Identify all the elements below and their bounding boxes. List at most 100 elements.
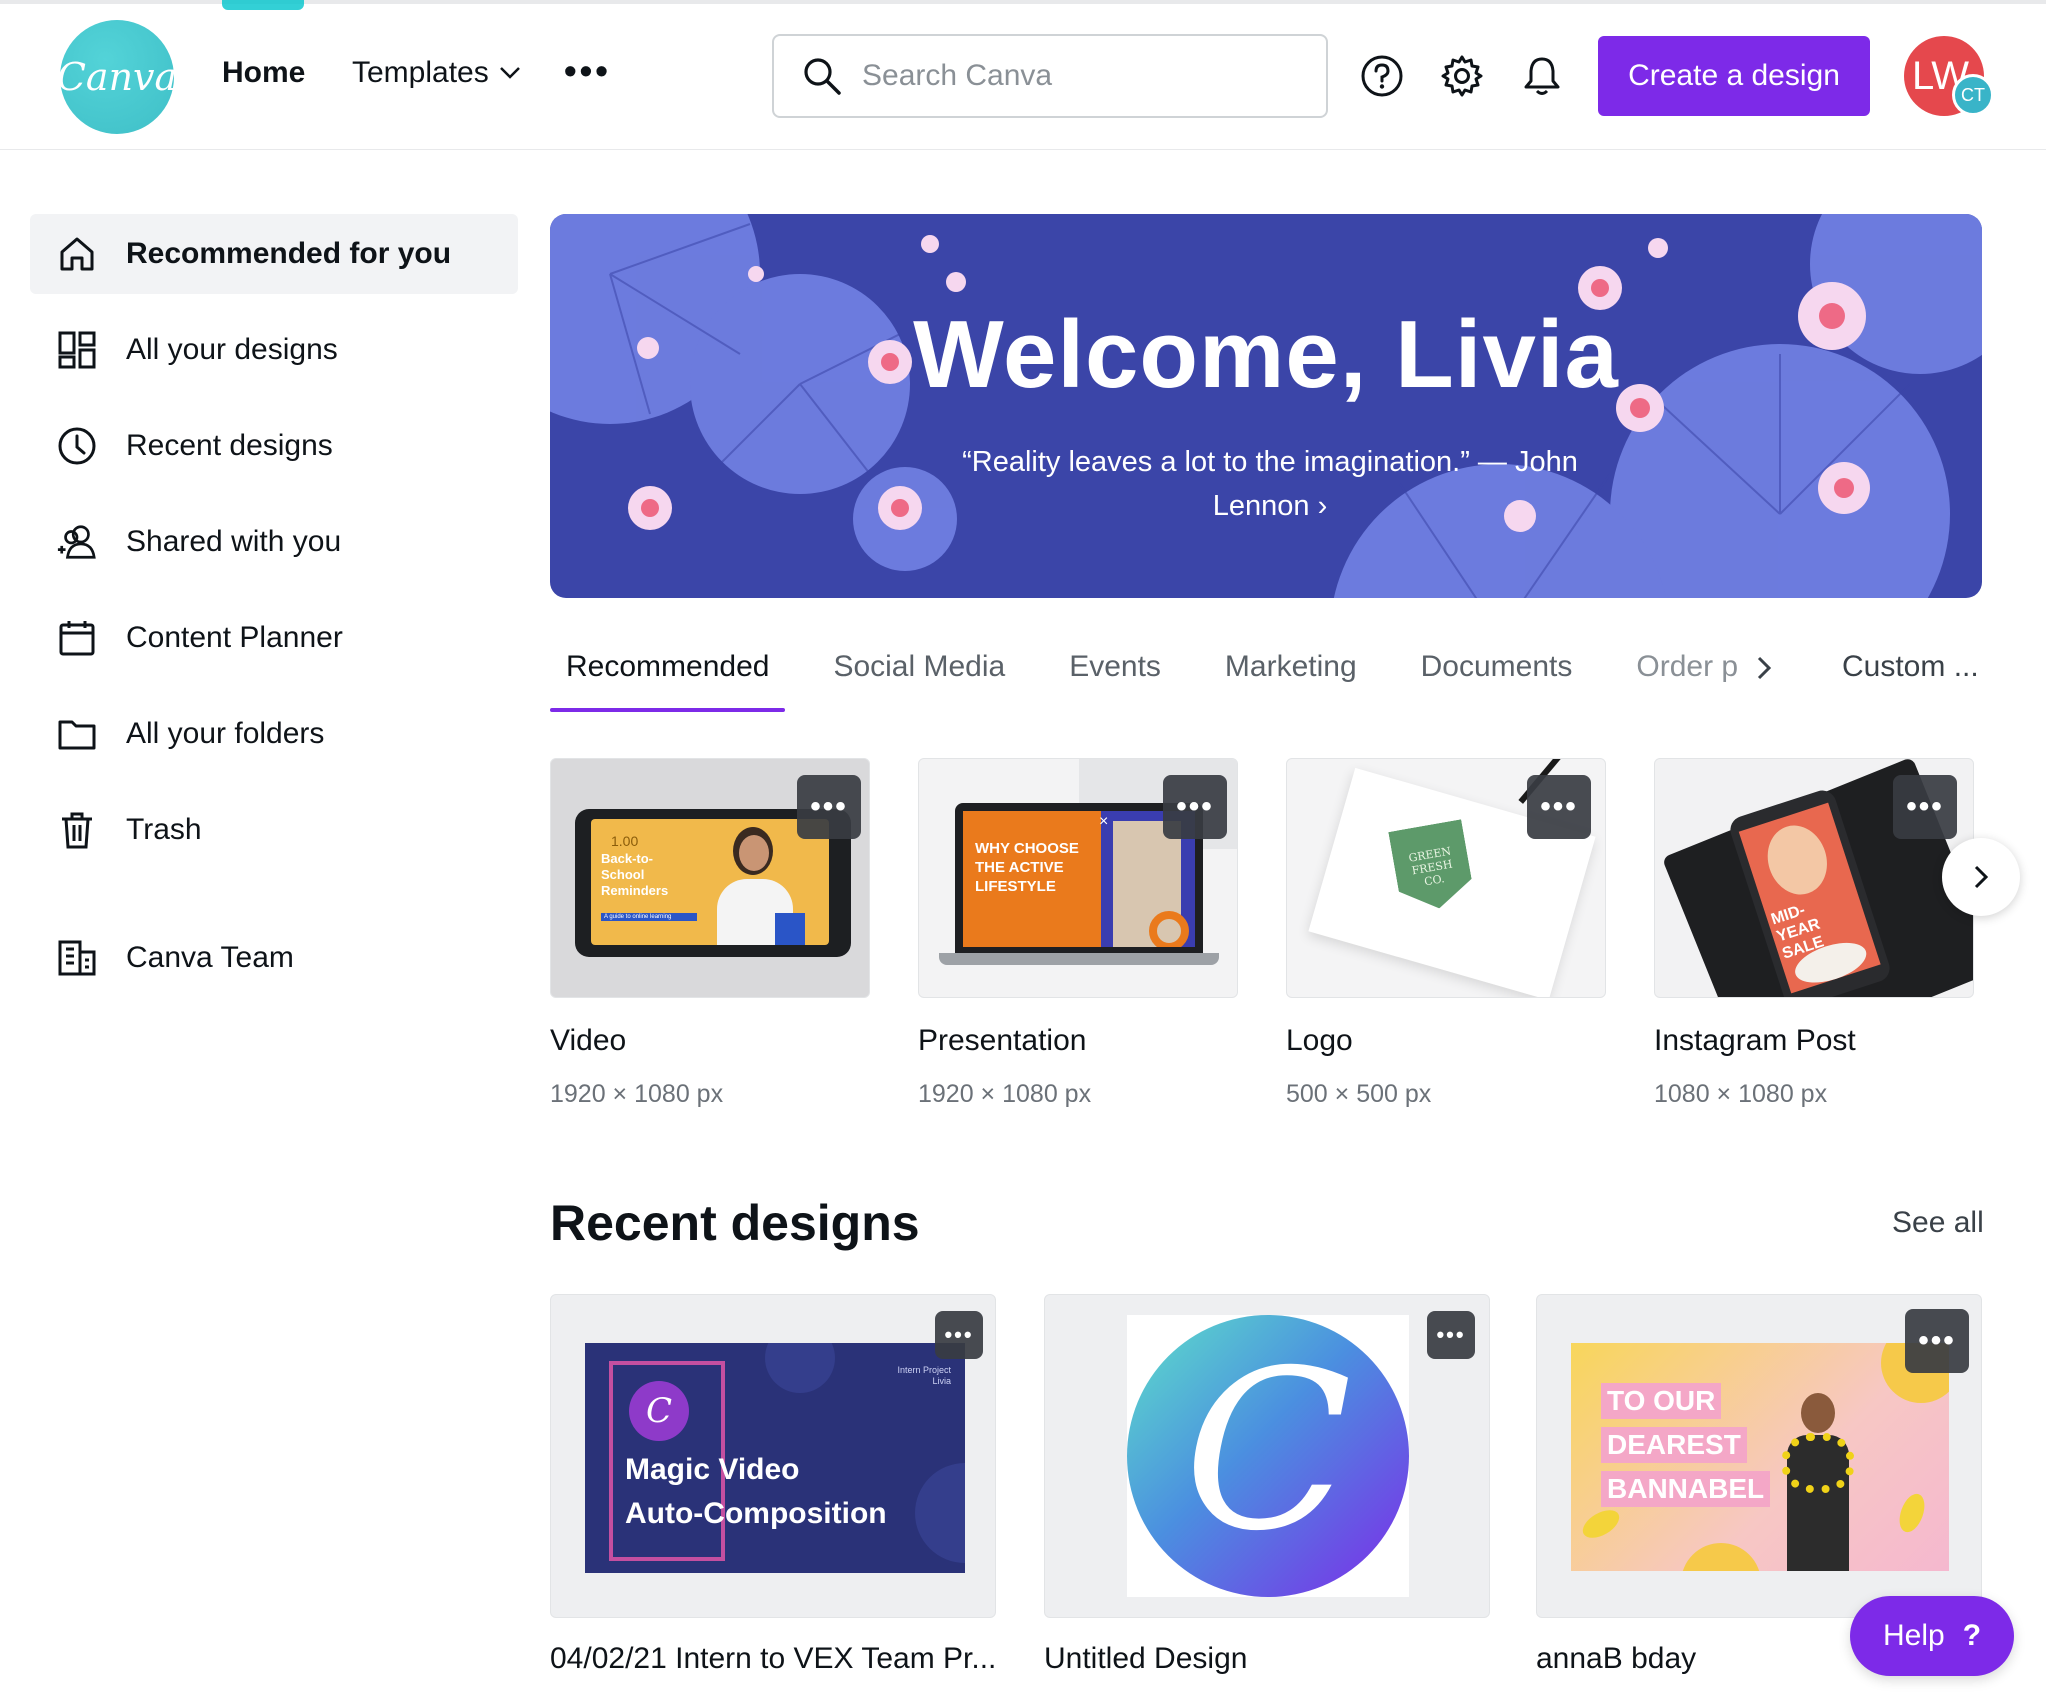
- tab-documents[interactable]: Documents: [1405, 640, 1589, 712]
- bell-icon[interactable]: [1520, 54, 1564, 98]
- template-thumbnail: MID-YEAR SALE •••: [1654, 758, 1974, 998]
- thumb-close: ×: [1099, 813, 1109, 830]
- sidebar-item-canva-team[interactable]: Canva Team: [30, 918, 518, 998]
- help-label: Help: [1882, 1619, 1945, 1652]
- help-circle-icon[interactable]: [1360, 54, 1404, 98]
- template-more-button[interactable]: •••: [1163, 775, 1227, 839]
- tab-recommended[interactable]: Recommended: [550, 640, 786, 712]
- template-thumbnail: WHY CHOOSE THE ACTIVE LIFESTYLE × •••: [918, 758, 1238, 998]
- nav-home[interactable]: Home: [222, 56, 305, 90]
- sidebar-item-shared[interactable]: Shared with you: [30, 502, 518, 582]
- sidebar-item-recent-designs[interactable]: Recent designs: [30, 406, 518, 486]
- template-title: Instagram Post: [1654, 1024, 1856, 1057]
- template-dimensions: 1920 × 1080 px: [918, 1080, 1092, 1108]
- template-more-button[interactable]: •••: [797, 775, 861, 839]
- search-input[interactable]: [862, 59, 1282, 93]
- welcome-title: Welcome, Livia: [913, 301, 1619, 408]
- quote-link[interactable]: “Reality leaves a lot to the imagination…: [950, 440, 1590, 528]
- sidebar-item-label: Recent designs: [126, 429, 333, 462]
- design-more-button[interactable]: •••: [1905, 1309, 1969, 1373]
- chevron-down-icon: [499, 67, 520, 79]
- recent-design-card[interactable]: C ••• Untitled Design: [1044, 1294, 1490, 1676]
- thumb-line-1: TO OUR: [1601, 1383, 1722, 1419]
- tabs-scroll-right-icon[interactable]: [1744, 648, 1784, 688]
- thumb-text: GREEN FRESH CO.: [1407, 844, 1454, 888]
- logo-text: Canva: [56, 55, 178, 99]
- thumb-text-1: Magic Video: [625, 1453, 800, 1486]
- thumb-caption: A guide to online learning: [601, 913, 697, 921]
- tab-marketing[interactable]: Marketing: [1209, 640, 1373, 712]
- help-button[interactable]: Help ?: [1850, 1596, 2014, 1676]
- chevron-right-icon: [1974, 865, 1989, 889]
- sidebar: Recommended for you All your designs Rec…: [30, 214, 518, 1014]
- design-more-button[interactable]: •••: [1427, 1311, 1475, 1359]
- design-thumbnail: C Intern Project Livia Magic Video Auto-…: [550, 1294, 996, 1618]
- tab-custom-size[interactable]: Custom ...: [1842, 650, 1979, 684]
- tab-order[interactable]: Order p: [1620, 640, 1754, 712]
- template-card-video[interactable]: 1.00 Back-to-School Reminders A guide to…: [550, 758, 870, 1109]
- template-more-button[interactable]: •••: [1893, 775, 1957, 839]
- template-title: Logo: [1286, 1024, 1353, 1057]
- sidebar-item-label: Content Planner: [126, 621, 343, 654]
- sidebar-item-label: Recommended for you: [126, 237, 452, 270]
- template-card-logo[interactable]: GREEN FRESH CO. ••• Logo 500 × 500 px: [1286, 758, 1606, 1109]
- sidebar-item-recommended[interactable]: Recommended for you: [30, 214, 518, 294]
- search-box[interactable]: [772, 34, 1328, 118]
- welcome-banner: Welcome, Livia “Reality leaves a lot to …: [550, 214, 1982, 598]
- thumb-badge: 1.00: [611, 833, 639, 849]
- sidebar-item-label: Trash: [126, 813, 202, 846]
- thumb-text: Back-to-School Reminders: [601, 851, 669, 898]
- thumb-text-2: Auto-Composition: [625, 1497, 887, 1530]
- trash-icon: [56, 809, 98, 851]
- template-dimensions: 1920 × 1080 px: [550, 1080, 724, 1108]
- people-icon: [56, 521, 98, 563]
- nav-templates[interactable]: Templates: [352, 56, 521, 90]
- sidebar-item-label: All your designs: [126, 333, 338, 366]
- design-thumbnail: TO OUR DEAREST BANNABEL •••: [1536, 1294, 1982, 1618]
- home-icon: [56, 233, 98, 275]
- recent-designs-heading: Recent designs: [550, 1195, 920, 1251]
- gear-icon[interactable]: [1440, 54, 1484, 98]
- sidebar-item-all-designs[interactable]: All your designs: [30, 310, 518, 390]
- see-all-link[interactable]: See all: [1892, 1206, 1984, 1240]
- sidebar-item-content-planner[interactable]: Content Planner: [30, 598, 518, 678]
- template-more-button[interactable]: •••: [1527, 775, 1591, 839]
- template-title: Video: [550, 1024, 627, 1057]
- folder-icon: [56, 713, 98, 755]
- thumb-text: WHY CHOOSE THE ACTIVE LIFESTYLE: [975, 840, 1079, 895]
- template-thumbnail: GREEN FRESH CO. •••: [1286, 758, 1606, 998]
- template-title: Presentation: [918, 1024, 1087, 1057]
- building-icon: [56, 937, 98, 979]
- design-title: 04/02/21 Intern to VEX Team Pr...: [550, 1642, 997, 1675]
- thumb-line-3: BANNABEL: [1601, 1471, 1771, 1507]
- template-thumbnail: 1.00 Back-to-School Reminders A guide to…: [550, 758, 870, 998]
- more-menu-button[interactable]: •••: [564, 50, 611, 92]
- sidebar-item-label: Canva Team: [126, 941, 294, 974]
- grid-icon: [56, 329, 98, 371]
- design-more-button[interactable]: •••: [935, 1311, 983, 1359]
- design-thumbnail: C •••: [1044, 1294, 1490, 1618]
- clock-icon: [56, 425, 98, 467]
- recent-design-card[interactable]: C Intern Project Livia Magic Video Auto-…: [550, 1294, 996, 1676]
- canva-logo[interactable]: Canva: [56, 20, 178, 134]
- template-card-instagram-post[interactable]: MID-YEAR SALE ••• Instagram Post 1080 × …: [1654, 758, 1974, 1109]
- thumb-corner-text: Intern Project Livia: [897, 1365, 951, 1386]
- template-card-presentation[interactable]: WHY CHOOSE THE ACTIVE LIFESTYLE × ••• Pr…: [918, 758, 1238, 1109]
- nav-templates-label: Templates: [352, 56, 489, 89]
- canva-c-logo: C: [1183, 1323, 1353, 1579]
- sidebar-item-label: All your folders: [126, 717, 325, 750]
- sidebar-item-trash[interactable]: Trash: [30, 790, 518, 870]
- thumb-line-2: DEAREST: [1601, 1427, 1747, 1463]
- create-design-button[interactable]: Create a design: [1598, 36, 1870, 116]
- tab-events[interactable]: Events: [1053, 640, 1177, 712]
- tab-social-media[interactable]: Social Media: [817, 640, 1021, 712]
- sidebar-item-folders[interactable]: All your folders: [30, 694, 518, 774]
- template-dimensions: 500 × 500 px: [1286, 1080, 1432, 1108]
- template-dimensions: 1080 × 1080 px: [1654, 1080, 1828, 1108]
- sidebar-item-label: Shared with you: [126, 525, 342, 558]
- calendar-icon: [56, 617, 98, 659]
- category-tabs: Recommended Social Media Events Marketin…: [550, 640, 1786, 712]
- search-icon: [804, 58, 841, 95]
- carousel-next-button[interactable]: [1942, 838, 2020, 916]
- design-title: Untitled Design: [1044, 1642, 1248, 1675]
